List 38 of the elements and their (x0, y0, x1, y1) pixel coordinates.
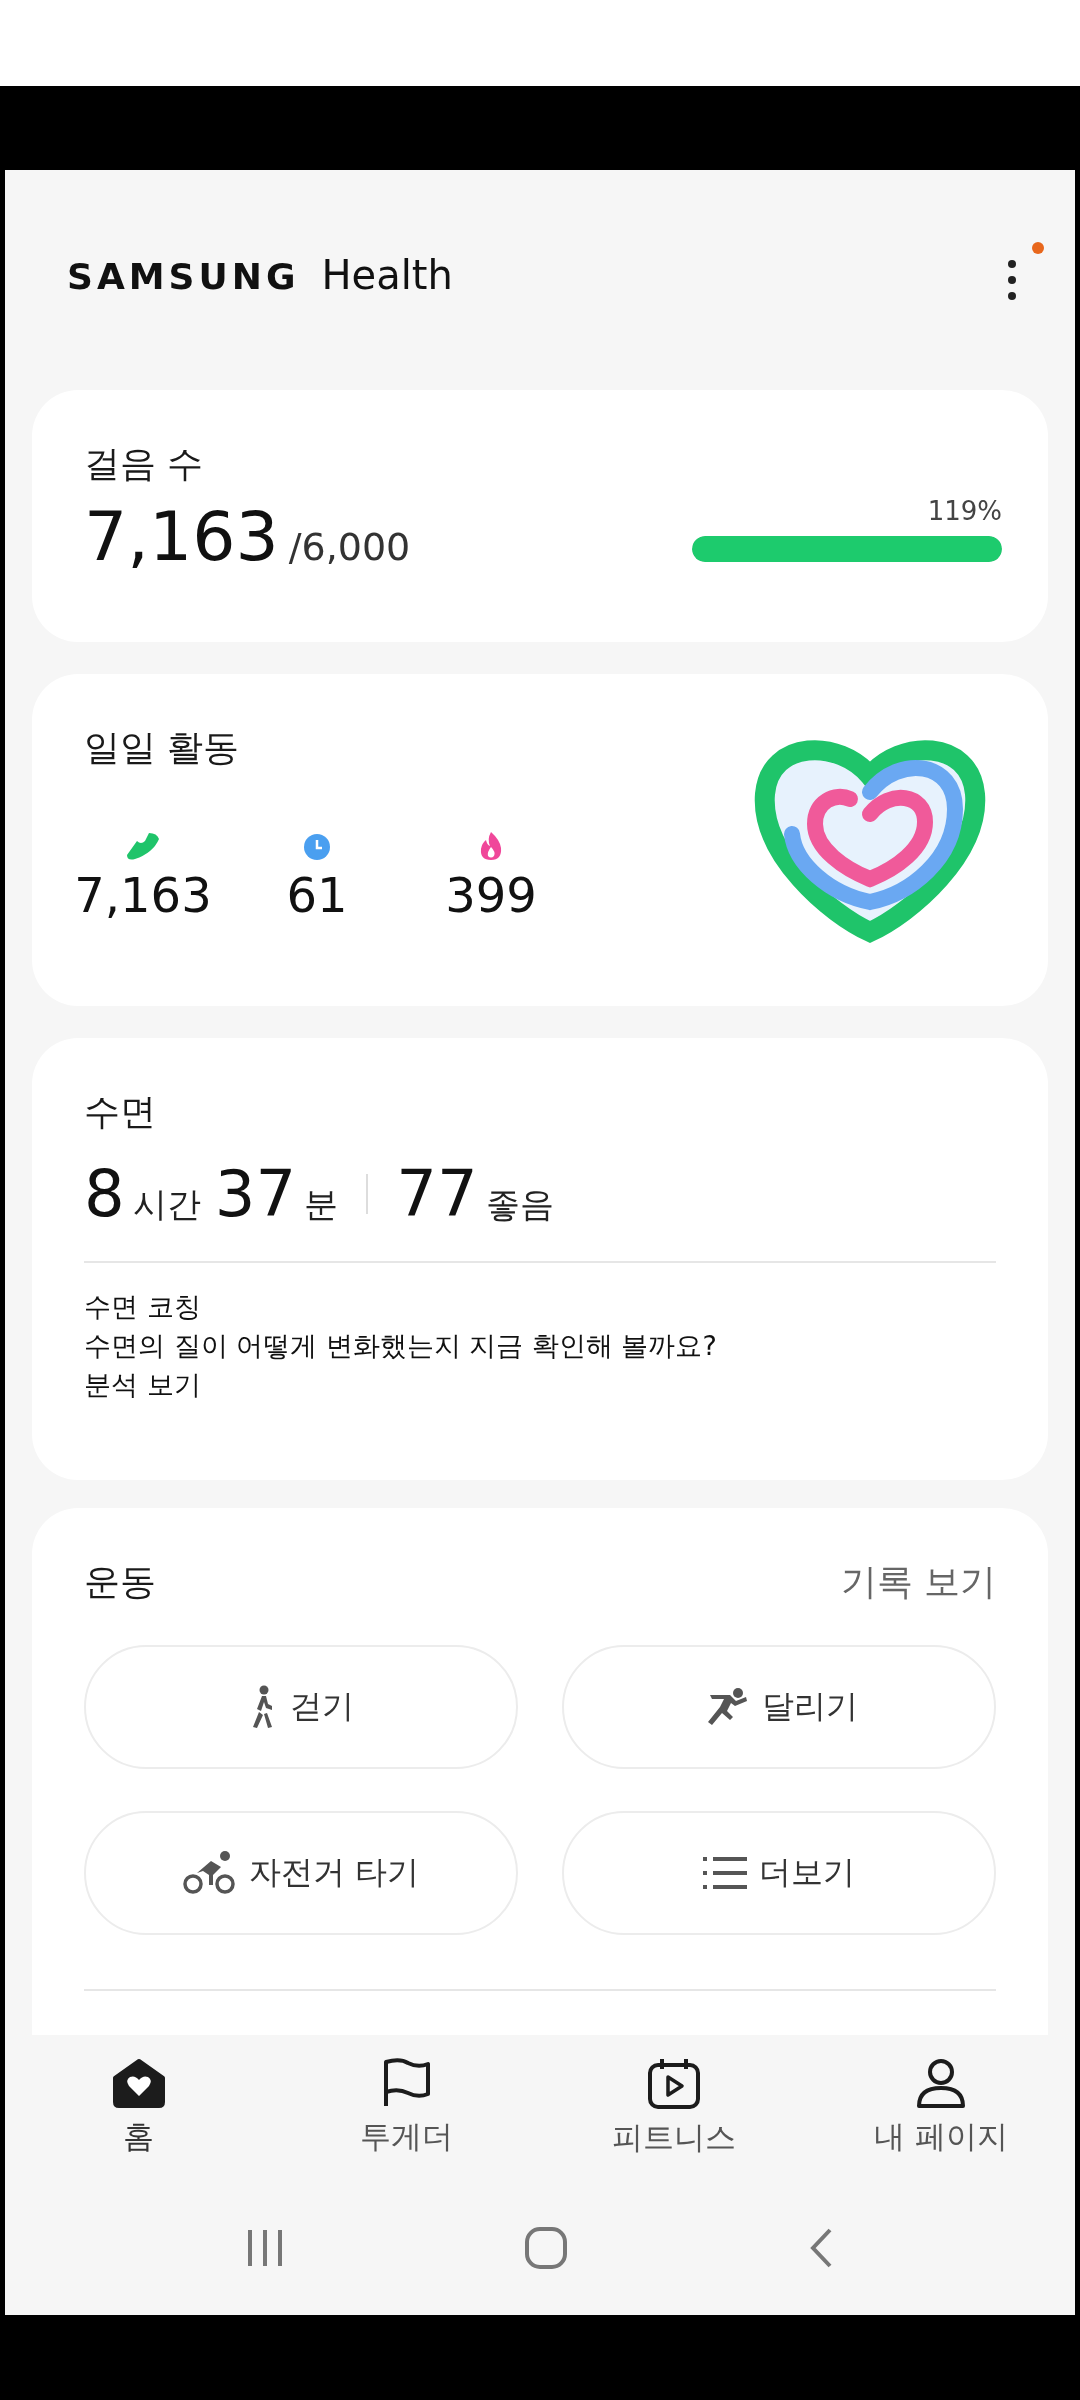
recent-apps-icon[interactable] (245, 2227, 284, 2268)
coaching-message: 수면의 질이 어떻게 변화했는지 지금 확인해 볼까요? (84, 1329, 718, 1364)
brand-logo-text: SAMSUNG (67, 256, 300, 297)
history-link[interactable]: 기록 보기 (840, 1558, 996, 1607)
nav-tab[interactable]: 내 페이지 (821, 2056, 1062, 2159)
card-title: 수면 (84, 1090, 157, 1134)
stat-value: 7,163 (74, 867, 212, 923)
exercise-button[interactable]: 달리기 (562, 1645, 996, 1769)
card-title: 걸음 수 (84, 442, 205, 486)
nav-tab[interactable]: 홈 (18, 2056, 259, 2159)
minutes-unit: 분 (304, 1183, 339, 1226)
hours-unit: 시간 (132, 1183, 201, 1226)
sleep-card[interactable]: 수면 8 시간 37 분 77 좋음 수면 코칭 수면의 질이 어떻게 변화했는지 지금 확인해 볼까요? 분석 보기 (32, 1038, 1048, 1480)
stat-value: 61 (286, 867, 348, 923)
step-count: 7,163 (84, 497, 279, 576)
exercise-button[interactable]: 자전거 타기 (84, 1811, 518, 1935)
coaching-title: 수면 코칭 (84, 1290, 202, 1324)
app-title: Health (321, 252, 453, 298)
list-icon (703, 1856, 747, 1890)
exercise-button[interactable]: 걷기 (84, 1645, 518, 1769)
card-title: 일일 활동 (84, 726, 241, 770)
sleep-score: 77 (396, 1157, 478, 1231)
home-button-icon[interactable] (525, 2226, 567, 2269)
sleep-minutes: 37 (214, 1157, 297, 1231)
nav-tab[interactable]: 피트니스 (553, 2055, 794, 2160)
sleep-hours: 8 (84, 1157, 125, 1231)
steps-card[interactable]: 걸음 수 7,163/6,000 119% (32, 390, 1048, 642)
stat-value: 399 (445, 867, 537, 923)
nav-tab[interactable]: 투게더 (286, 2056, 527, 2159)
score-label: 좋음 (485, 1183, 554, 1226)
step-goal: /6,000 (288, 525, 411, 569)
daily-activity-card[interactable]: 일일 활동 7,163 61 399 (32, 674, 1048, 1006)
cyclist-icon (182, 1851, 237, 1895)
card-title: 운동 (84, 1560, 156, 1604)
exercise-button[interactable]: 더보기 (562, 1811, 996, 1935)
percent-label: 119% (927, 496, 1002, 526)
more-options-icon (1006, 258, 1018, 302)
analysis-link[interactable]: 분석 보기 (84, 1365, 996, 1405)
